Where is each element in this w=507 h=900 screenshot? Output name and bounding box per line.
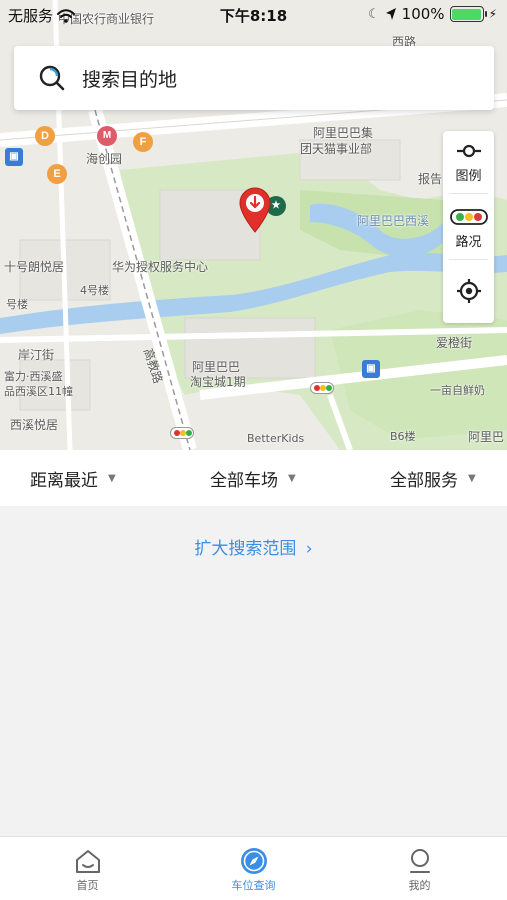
compass-icon <box>240 848 267 874</box>
filter-distance-label: 距离最近 <box>30 470 98 491</box>
traffic-light-icon <box>310 382 334 394</box>
traffic-light-icon <box>170 427 194 439</box>
search-box[interactable]: 搜索目的地 <box>14 46 494 110</box>
map-label-alibaba-west: 阿里巴巴西溪 <box>357 214 430 228</box>
map-label-tmall: 团天猫事业部 <box>300 142 373 156</box>
chevron-right-icon: › <box>305 539 313 559</box>
tab-home[interactable]: 首页 <box>3 837 172 900</box>
poi-badge-d[interactable]: D <box>35 126 55 146</box>
tab-mine[interactable]: 我的 <box>335 837 504 900</box>
caret-down-icon: ▼ <box>468 472 476 484</box>
map-label-betterkids: BetterKids <box>247 432 305 445</box>
person-icon <box>409 849 430 873</box>
tab-home-label: 首页 <box>76 879 99 892</box>
map-label-b6: B6楼 <box>390 430 416 443</box>
tab-mine-label: 我的 <box>408 879 431 892</box>
locate-button[interactable] <box>443 277 494 309</box>
caret-down-icon: ▼ <box>288 472 296 484</box>
caret-down-icon: ▼ <box>108 472 116 484</box>
map-label-dorm: 号楼 <box>6 298 28 311</box>
divider <box>449 259 488 260</box>
traffic-light-icon <box>449 209 488 225</box>
map-label-taobao-city-2: 淘宝城1期 <box>190 375 246 389</box>
tab-bar: 首页 车位查询 我的 <box>0 836 507 900</box>
map-label-building4: 4号楼 <box>80 284 109 297</box>
map-label-yimu: 一亩自鲜奶 <box>430 384 485 397</box>
filter-bar: 距离最近 ▼ 全部车场 ▼ 全部服务 ▼ <box>0 450 507 506</box>
traffic-label: 路况 <box>455 235 482 250</box>
map-label-alibaba-group: 阿里巴巴集 <box>313 126 374 140</box>
traffic-button[interactable]: 路况 <box>443 209 494 250</box>
tab-parking-search[interactable]: 车位查询 <box>169 837 338 900</box>
filter-service[interactable]: 全部服务 ▼ <box>390 450 476 506</box>
map-label-alibaba-right: 阿里巴 <box>468 430 505 444</box>
map-label-huawei: 华为授权服务中心 <box>112 260 209 274</box>
poi-badge-f[interactable]: F <box>133 132 153 152</box>
filter-parking[interactable]: 全部车场 ▼ <box>210 450 296 506</box>
legend-icon <box>456 144 481 158</box>
poi-badge-e[interactable]: E <box>47 164 67 184</box>
moon-icon: ☾ <box>368 6 380 22</box>
status-bar: 无服务 下午8:18 ☾ 100% ⚡ <box>0 0 507 30</box>
bus-stop-icon[interactable]: ▣ <box>5 148 23 166</box>
expand-search-label: 扩大搜索范围 <box>194 539 297 559</box>
metro-icon[interactable]: M <box>97 126 117 146</box>
tab-parking-search-label: 车位查询 <box>231 879 276 892</box>
legend-label: 图例 <box>455 169 482 184</box>
location-arrow-icon <box>385 8 396 20</box>
map-label-baogao: 报告 <box>418 172 443 186</box>
map-controls-panel: 图例 路况 <box>443 131 494 323</box>
filter-distance[interactable]: 距离最近 ▼ <box>30 450 116 506</box>
battery-percent: 100% <box>401 5 445 23</box>
filter-parking-label: 全部车场 <box>210 470 278 491</box>
charging-icon: ⚡ <box>488 7 497 21</box>
map-label-aichengjie: 爱橙街 <box>436 336 473 350</box>
home-icon <box>75 850 100 873</box>
battery-icon <box>449 6 487 22</box>
location-pin-icon[interactable] <box>239 187 271 233</box>
map-label-xixi-mall: 品西溪区11幢 <box>4 385 73 398</box>
divider <box>449 193 488 194</box>
expand-search-link[interactable]: 扩大搜索范围 › <box>0 534 507 559</box>
map-label-haichuangyuan: 海创园 <box>86 152 123 166</box>
search-input[interactable]: 搜索目的地 <box>82 65 177 92</box>
filter-service-label: 全部服务 <box>390 470 458 491</box>
legend-button[interactable]: 图例 <box>443 143 494 184</box>
locate-icon <box>456 279 481 303</box>
map-label-antingjie: 岸汀街 <box>18 348 55 362</box>
search-icon <box>39 65 65 91</box>
bus-stop-icon[interactable]: ▣ <box>362 360 380 378</box>
map-label-fuli: 富力·西溪盛 <box>4 370 63 383</box>
map-label-shiyihao: 十号朗悦居 <box>4 260 65 274</box>
map-label-xixi-yueju: 西溪悦居 <box>10 418 59 432</box>
